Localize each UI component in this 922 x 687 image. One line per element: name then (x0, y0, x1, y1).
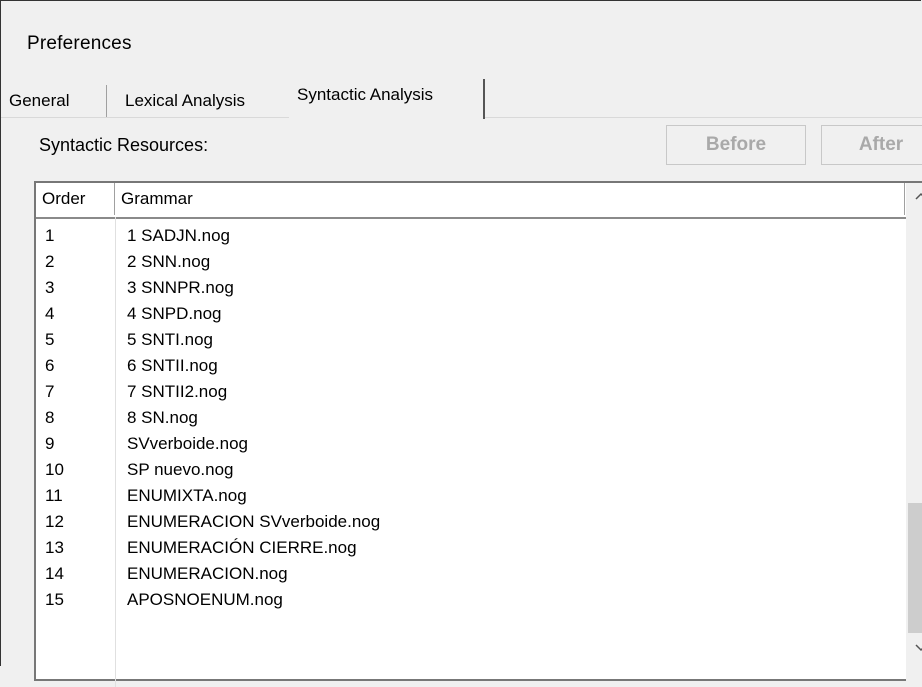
order-cell: 5 (45, 330, 55, 349)
order-cell: 8 (45, 408, 55, 427)
grammar-cell: ENUMIXTA.nog (127, 486, 247, 505)
list-row[interactable]: 12 ENUMERACION SVverboide.nog (36, 509, 906, 535)
chevron-up-icon[interactable] (906, 183, 922, 211)
grammar-cell: 1 SADJN.nog (127, 226, 230, 245)
list-row[interactable]: 9 SVverboide.nog (36, 431, 906, 457)
list-row[interactable]: 14 ENUMERACION.nog (36, 561, 906, 587)
grammar-cell: SP nuevo.nog (127, 460, 234, 479)
list-row[interactable]: 2 2 SNN.nog (36, 249, 906, 275)
scrollbar-thumb[interactable] (908, 503, 922, 633)
grammar-cell: 5 SNTI.nog (127, 330, 213, 349)
order-cell: 12 (45, 512, 64, 531)
list-row[interactable]: 4 4 SNPD.nog (36, 301, 906, 327)
grammar-list[interactable]: Order Grammar 11 SADJN.nog 22 SNN.nog 33… (34, 181, 922, 687)
grammar-cell: 6 SNTII.nog (127, 356, 218, 375)
after-button[interactable]: After (821, 125, 922, 165)
order-cell: 1 (45, 226, 55, 245)
list-row[interactable]: 1 1 SADJN.nog (36, 223, 906, 249)
order-cell: 14 (45, 564, 64, 583)
tab-syntactic-analysis[interactable]: Syntactic Analysis (289, 79, 485, 119)
order-cell: 13 (45, 538, 64, 557)
grammar-cell: SVverboide.nog (127, 434, 248, 453)
list-row[interactable]: 10 SP nuevo.nog (36, 457, 906, 483)
list-row[interactable]: 15 APOSNOENUM.nog (36, 587, 906, 613)
grammar-cell: ENUMERACION.nog (127, 564, 288, 583)
column-header-order[interactable]: Order (36, 183, 115, 215)
preferences-window: Preferences General Lexical Analysis Syn… (0, 0, 922, 687)
tab-lexical-analysis[interactable]: Lexical Analysis (117, 85, 287, 117)
order-cell: 4 (45, 304, 55, 323)
column-header-grammar[interactable]: Grammar (115, 183, 905, 215)
vertical-scrollbar[interactable] (906, 183, 922, 683)
before-button[interactable]: Before (666, 125, 806, 165)
order-cell: 3 (45, 278, 55, 297)
order-cell: 15 (45, 590, 64, 609)
grammar-cell: 3 SNNPR.nog (127, 278, 234, 297)
syntactic-resources-label: Syntactic Resources: (39, 135, 209, 155)
grammar-cell: APOSNOENUM.nog (127, 590, 283, 609)
order-cell: 7 (45, 382, 55, 401)
order-cell: 10 (45, 460, 64, 479)
order-cell: 2 (45, 252, 55, 271)
list-row[interactable]: 3 3 SNNPR.nog (36, 275, 906, 301)
list-row[interactable]: 8 8 SN.nog (36, 405, 906, 431)
grammar-cell: 7 SNTII2.nog (127, 382, 228, 401)
grammar-cell: 4 SNPD.nog (127, 304, 222, 323)
list-header: Order Grammar (36, 183, 906, 219)
list-row[interactable]: 13 ENUMERACIÓN CIERRE.nog (36, 535, 906, 561)
list-row[interactable]: 5 5 SNTI.nog (36, 327, 906, 353)
tab-strip: General Lexical Analysis Syntactic Analy… (1, 79, 922, 119)
grammar-cell: 2 SNN.nog (127, 252, 211, 271)
order-cell: 6 (45, 356, 55, 375)
tab-general[interactable]: General (1, 85, 107, 117)
grammar-cell: ENUMERACION SVverboide.nog (127, 512, 381, 531)
list-row[interactable]: 7 7 SNTII2.nog (36, 379, 906, 405)
grammar-cell: 8 SN.nog (127, 408, 198, 427)
chevron-down-icon[interactable] (906, 635, 922, 663)
list-row[interactable]: 6 6 SNTII.nog (36, 353, 906, 379)
grammar-cell: ENUMERACIÓN CIERRE.nog (127, 538, 357, 557)
window-title: Preferences (27, 33, 132, 54)
order-cell: 9 (45, 434, 55, 453)
order-cell: 11 (45, 486, 63, 505)
list-rows: 1 1 SADJN.nog 2 2 SNN.nog 3 3 SNNPR.nog 4 4 … (36, 223, 906, 613)
list-row[interactable]: 11 ENUMIXTA.nog (36, 483, 906, 509)
